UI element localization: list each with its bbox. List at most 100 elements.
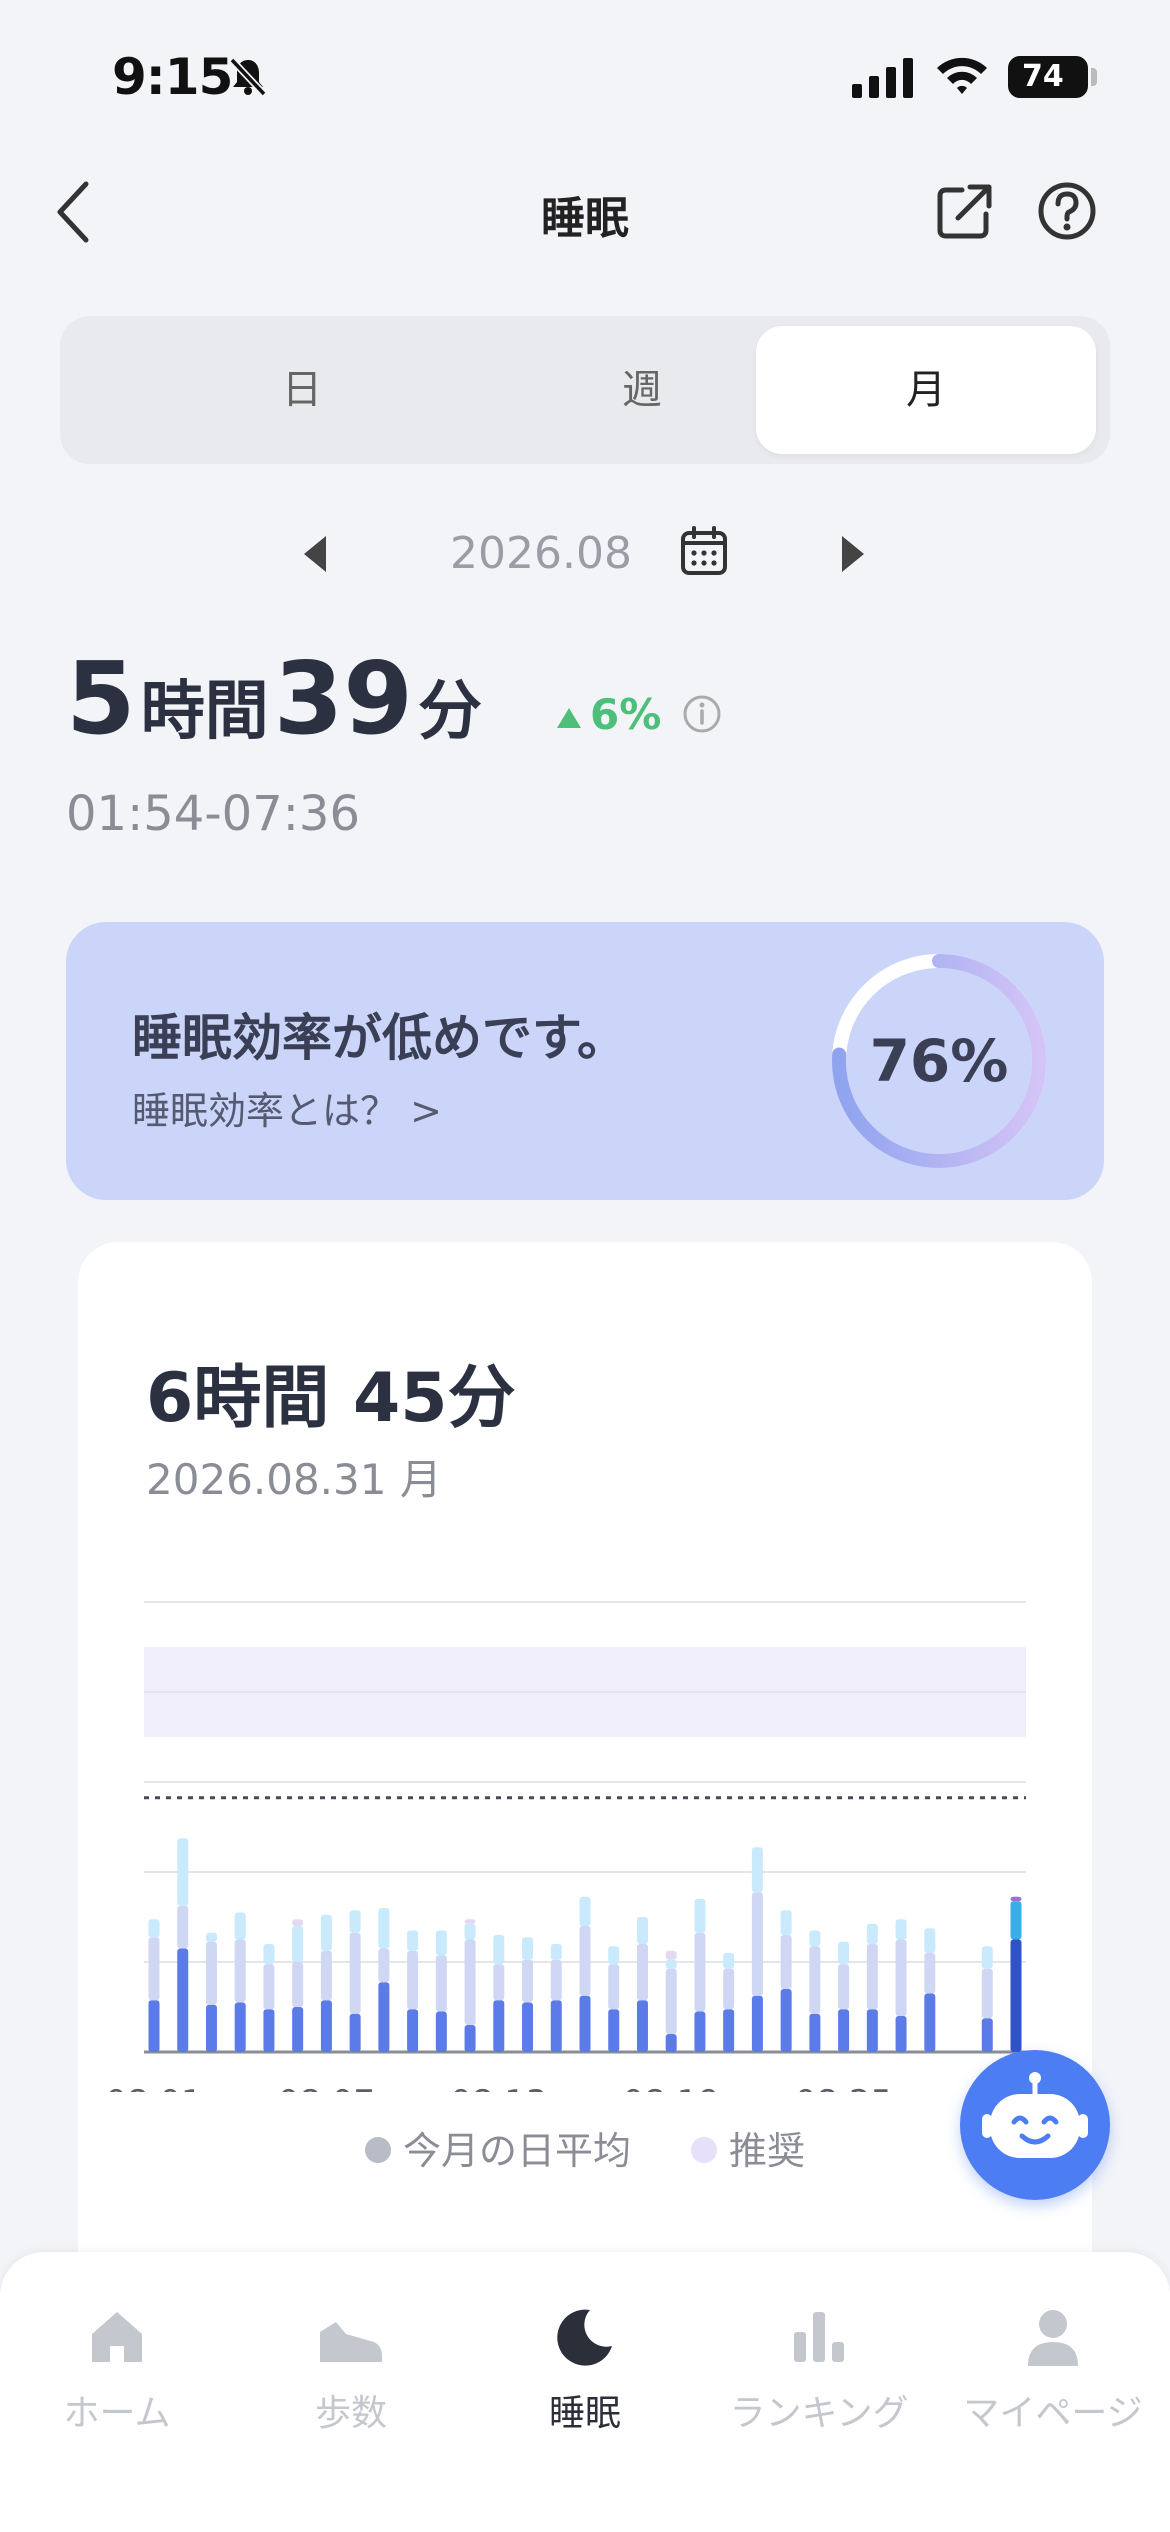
help-icon[interactable] — [1036, 180, 1098, 242]
sleep-bar-rem — [292, 1919, 304, 1926]
up-triangle-icon — [557, 707, 581, 728]
tab-home[interactable]: ホーム — [0, 2278, 234, 2436]
legend-recommended-dot — [691, 2136, 718, 2163]
sleep-bar-deep — [522, 2002, 534, 2052]
sleep-bar-light — [981, 1968, 993, 2019]
date-navigator: 2026.08 — [0, 520, 1170, 590]
sleep-bar-light — [924, 1953, 936, 1994]
summary-minutes-unit: 分 — [418, 675, 483, 749]
sleep-bar-awake — [493, 1935, 505, 1965]
sleep-bar-deep — [177, 1948, 189, 2052]
sleep-bar-awake — [694, 1899, 706, 1933]
sleep-bar-awake — [780, 1910, 792, 1935]
sleep-bar-deep — [723, 2009, 735, 2052]
tab-day[interactable]: 日 — [132, 326, 472, 454]
share-icon[interactable] — [934, 180, 996, 242]
efficiency-title: 睡眠効率が低めです。 — [132, 1009, 627, 1067]
sleep-bar-deep — [493, 2000, 505, 2052]
summary-hours-unit: 時間 — [140, 675, 269, 749]
sleep-bar-awake — [723, 1953, 735, 1969]
legend-recommended-label: 推奨 — [729, 2129, 806, 2173]
sleep-bar-deep — [579, 1995, 591, 2052]
info-icon[interactable] — [682, 694, 722, 734]
sleep-bar-rem — [665, 1950, 677, 1960]
tab-steps[interactable]: 歩数 — [234, 2278, 468, 2436]
change-indicator: 6% — [556, 690, 661, 739]
sleep-bar-light — [378, 1948, 390, 1983]
sleep-bar-light — [407, 1950, 419, 2010]
sleep-bar-light — [550, 1959, 562, 2001]
sleep-bar-deep — [292, 2007, 304, 2052]
sleep-bar-light — [435, 1955, 447, 2012]
sleep-bar-deep — [263, 2009, 275, 2052]
sleep-bar-awake — [234, 1912, 246, 1940]
tab-sleep[interactable]: 睡眠 — [468, 2278, 702, 2436]
change-value: 6% — [590, 690, 662, 739]
sleep-bar-light — [866, 1944, 878, 2010]
sleep-bar-awake — [435, 1930, 447, 1956]
tab-sleep-label: 睡眠 — [548, 2393, 621, 2434]
sleep-bar-awake — [809, 1930, 821, 1947]
sleep-bar-deep — [1010, 1939, 1022, 2052]
sleep-bar-awake — [579, 1896, 591, 1926]
moon-icon — [557, 2309, 612, 2366]
sleep-bar-awake — [320, 1914, 332, 1951]
sleep-bar-awake — [522, 1937, 534, 1960]
tab-ranking[interactable]: ランキング — [702, 2278, 936, 2436]
sleep-bar-deep — [809, 2013, 821, 2052]
ranking-icon — [794, 2312, 844, 2362]
summary-hours: 5 — [66, 640, 136, 757]
sleep-bar-awake — [1010, 1901, 1022, 1940]
sleep-bar-deep — [349, 2013, 361, 2052]
sleep-bar-deep — [780, 1989, 792, 2052]
sleep-efficiency-card[interactable]: 睡眠効率が低めです。 睡眠効率とは？ > 76% — [66, 922, 1104, 1200]
sleep-bar-deep — [148, 2000, 160, 2052]
sleep-bar-light — [493, 1964, 505, 2001]
sleep-bar-light — [464, 1939, 476, 2025]
sleep-bar-awake — [895, 1919, 907, 1940]
tab-mypage-label: マイページ — [963, 2393, 1143, 2434]
sleep-bar-deep — [866, 2009, 878, 2052]
sleep-time-range: 01:54-07:36 — [66, 786, 360, 842]
sleep-bar-deep — [435, 2011, 447, 2052]
person-icon — [1028, 2310, 1078, 2366]
monthly-average-sleep: 5 時間 39 分 — [66, 640, 482, 760]
chart-legend: 今月の日平均 推奨 — [78, 2120, 1092, 2175]
sleep-bar-deep — [636, 2000, 648, 2052]
home-icon — [92, 2312, 142, 2362]
period-segmented-control: 日 週 月 — [60, 316, 1110, 464]
sleep-bar-deep — [378, 1982, 390, 2052]
sleep-bar-chart[interactable]: 08.01 08.07 08.13 08.19 08.25 — [78, 1572, 1092, 2092]
legend-average-dot — [364, 2136, 391, 2163]
daily-sleep-chart-card: 6時間 45分 2026.08.31 月 08.01 08.07 08.13 08.1… — [78, 1242, 1092, 2342]
sleep-bar-light — [148, 1937, 160, 2001]
sleep-bar-awake — [751, 1847, 763, 1893]
sleep-bar-awake — [866, 1923, 878, 1944]
sleep-bar-awake — [550, 1944, 562, 1960]
shoe-icon — [320, 2322, 382, 2362]
sleep-bar-deep — [407, 2009, 419, 2052]
next-month-icon[interactable] — [840, 534, 866, 574]
bell-muted-icon — [229, 57, 267, 97]
sleep-bar-light — [694, 1932, 706, 2012]
previous-month-icon[interactable] — [302, 534, 328, 574]
tab-mypage[interactable]: マイページ — [936, 2278, 1170, 2436]
current-month-label: 2026.08 — [450, 528, 632, 579]
sleep-bar-deep — [608, 2009, 620, 2052]
tab-month[interactable]: 月 — [756, 326, 1096, 454]
selected-day-duration: 6時間 45分 — [146, 1359, 516, 1438]
legend-average: 今月の日平均 — [364, 2120, 631, 2175]
sleep-bar-light — [665, 1968, 677, 2034]
calendar-icon[interactable] — [680, 526, 728, 576]
sleep-bar-awake — [608, 1946, 620, 1965]
sleep-bar-light — [579, 1926, 591, 1996]
tab-ranking-label: ランキング — [729, 2393, 909, 2434]
sleep-bar-deep — [665, 2034, 677, 2052]
sleep-bar-light — [292, 1962, 304, 2007]
chatbot-button[interactable] — [960, 2050, 1110, 2200]
sleep-bar-deep — [320, 2000, 332, 2052]
sleep-bar-light — [234, 1939, 246, 2003]
efficiency-help-link[interactable]: 睡眠効率とは？ > — [132, 1080, 442, 1135]
sleep-bar-light — [751, 1892, 763, 1996]
sleep-bar-deep — [924, 1993, 936, 2052]
